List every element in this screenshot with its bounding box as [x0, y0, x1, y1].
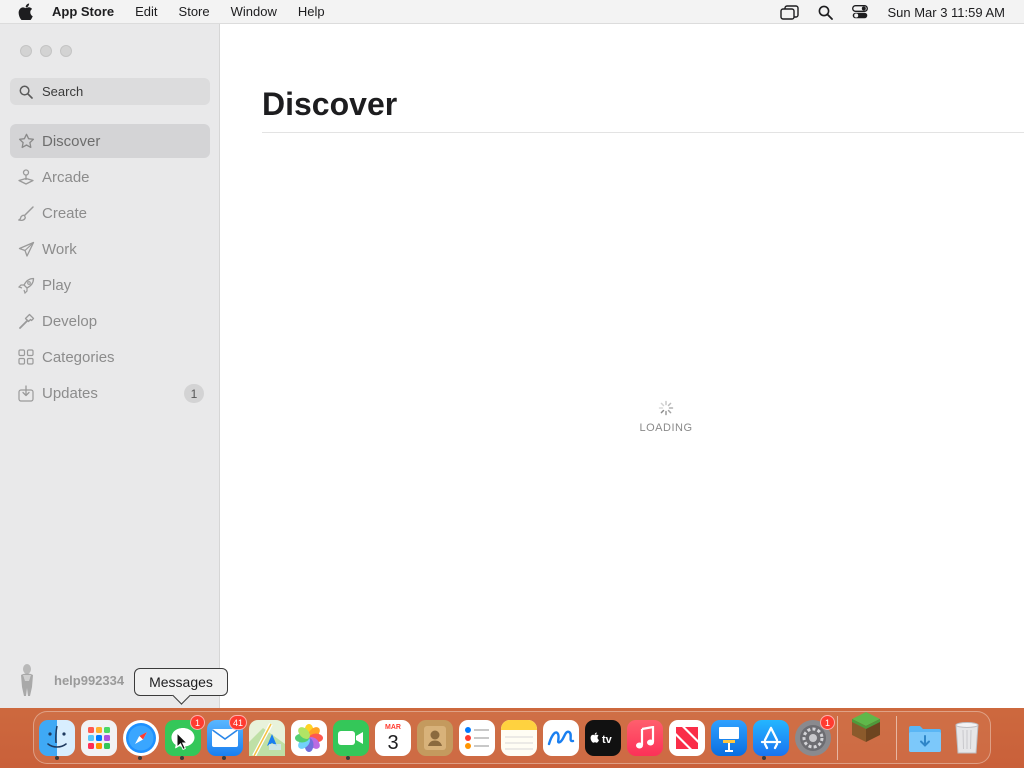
- system-settings-badge: 1: [820, 715, 835, 730]
- updates-count-badge: 1: [184, 384, 204, 403]
- finder-running-indicator: [55, 756, 59, 760]
- sidebar-item-updates[interactable]: Updates 1: [10, 376, 210, 410]
- messages-badge: 1: [190, 715, 205, 730]
- star-icon: [16, 131, 36, 151]
- apple-tv-icon[interactable]: tv: [585, 720, 621, 756]
- brush-icon: [16, 203, 36, 223]
- paper-plane-icon: [16, 239, 36, 259]
- sidebar-item-label: Categories: [42, 348, 115, 366]
- dock-separator: [837, 716, 838, 760]
- sidebar-item-develop[interactable]: Develop: [10, 304, 210, 338]
- maps-icon[interactable]: [249, 720, 285, 756]
- sidebar-item-arcade[interactable]: Arcade: [10, 160, 210, 194]
- sidebar-item-discover[interactable]: Discover: [10, 124, 210, 158]
- menu-bar: App Store Edit Store Window Help Sun Mar…: [0, 0, 1024, 24]
- loading-indicator: LOADING: [621, 400, 711, 434]
- menu-help[interactable]: Help: [298, 4, 325, 19]
- loading-label: LOADING: [639, 422, 693, 434]
- rocket-icon: [16, 275, 36, 295]
- launchpad-icon[interactable]: [81, 720, 117, 756]
- dock-tooltip: Messages: [134, 668, 228, 696]
- joystick-icon: [16, 167, 36, 187]
- download-icon: [16, 383, 36, 403]
- calendar-month: MAR: [385, 723, 401, 731]
- spinner-icon: [658, 400, 674, 416]
- search-placeholder: Search: [42, 84, 84, 99]
- close-window-button[interactable]: [20, 45, 32, 57]
- menu-store[interactable]: Store: [179, 4, 210, 19]
- spotlight-search-icon[interactable]: [818, 5, 834, 20]
- sidebar-item-categories[interactable]: Categories: [10, 340, 210, 374]
- calendar-icon[interactable]: MAR 3: [375, 720, 411, 756]
- facetime-icon[interactable]: [333, 720, 369, 756]
- sidebar-item-play[interactable]: Play: [10, 268, 210, 302]
- app-store-icon[interactable]: [753, 720, 789, 756]
- sidebar: Search Discover Arcade Create Work Play …: [0, 24, 220, 708]
- news-icon[interactable]: [669, 720, 705, 756]
- menu-app-name[interactable]: App Store: [52, 4, 114, 19]
- search-field[interactable]: Search: [10, 78, 210, 105]
- app-store-window: Search Discover Arcade Create Work Play …: [0, 24, 1024, 708]
- freeform-icon[interactable]: [543, 720, 579, 756]
- system-settings-icon[interactable]: 1: [795, 715, 835, 756]
- music-icon[interactable]: [627, 720, 663, 756]
- hammer-icon: [16, 311, 36, 331]
- menu-bar-clock[interactable]: Sun Mar 3 11:59 AM: [887, 5, 1005, 20]
- notes-icon[interactable]: [501, 720, 537, 756]
- apple-tv-label: tv: [602, 734, 613, 746]
- sidebar-item-label: Discover: [42, 132, 101, 150]
- menu-window[interactable]: Window: [231, 4, 277, 19]
- sidebar-item-label: Arcade: [42, 168, 90, 186]
- sidebar-item-label: Work: [42, 240, 77, 258]
- account-name: help992334: [54, 672, 125, 688]
- apple-icon[interactable]: [18, 3, 34, 20]
- menu-bar-status: Sun Mar 3 11:59 AM: [780, 0, 1024, 24]
- calendar-day: 3: [387, 731, 399, 754]
- dock-separator: [896, 716, 897, 760]
- menu-edit[interactable]: Edit: [135, 4, 157, 19]
- zoom-window-button[interactable]: [60, 45, 72, 57]
- mouse-cursor-icon: [176, 731, 189, 755]
- mail-icon[interactable]: 41: [207, 715, 247, 756]
- minimize-window-button[interactable]: [40, 45, 52, 57]
- account-button[interactable]: help992334: [12, 662, 124, 698]
- control-center-icon[interactable]: [852, 5, 869, 19]
- sidebar-item-label: Updates: [42, 384, 98, 402]
- finder-icon[interactable]: [39, 720, 75, 756]
- window-traffic-lights: [20, 45, 72, 57]
- contacts-icon[interactable]: [417, 720, 453, 756]
- keynote-icon[interactable]: [711, 720, 747, 756]
- main-content: Discover LOADING: [221, 24, 1024, 708]
- sidebar-item-label: Develop: [42, 312, 98, 330]
- sidebar-nav: Discover Arcade Create Work Play Develop…: [10, 124, 210, 412]
- facetime-running-indicator: [346, 756, 350, 760]
- title-divider: [262, 132, 1024, 133]
- safari-running-indicator: [138, 756, 142, 760]
- sidebar-item-label: Create: [42, 204, 88, 222]
- minecraft-icon[interactable]: [849, 710, 883, 744]
- sidebar-item-label: Play: [42, 276, 72, 294]
- mail-running-indicator: [222, 756, 226, 760]
- page-title: Discover: [262, 86, 398, 122]
- downloads-folder-icon[interactable]: [907, 720, 943, 756]
- sidebar-item-work[interactable]: Work: [10, 232, 210, 266]
- grid-icon: [16, 347, 36, 367]
- reminders-icon[interactable]: [459, 720, 495, 756]
- sidebar-item-create[interactable]: Create: [10, 196, 210, 230]
- safari-icon[interactable]: [123, 720, 159, 756]
- photos-icon[interactable]: [291, 720, 327, 756]
- search-icon: [19, 85, 33, 99]
- messages-running-indicator: [180, 756, 184, 760]
- mail-badge: 41: [228, 715, 247, 730]
- screen-mirroring-icon[interactable]: [780, 4, 800, 20]
- avatar: [12, 662, 42, 698]
- app-store-running-indicator: [762, 756, 766, 760]
- trash-icon[interactable]: [949, 720, 985, 756]
